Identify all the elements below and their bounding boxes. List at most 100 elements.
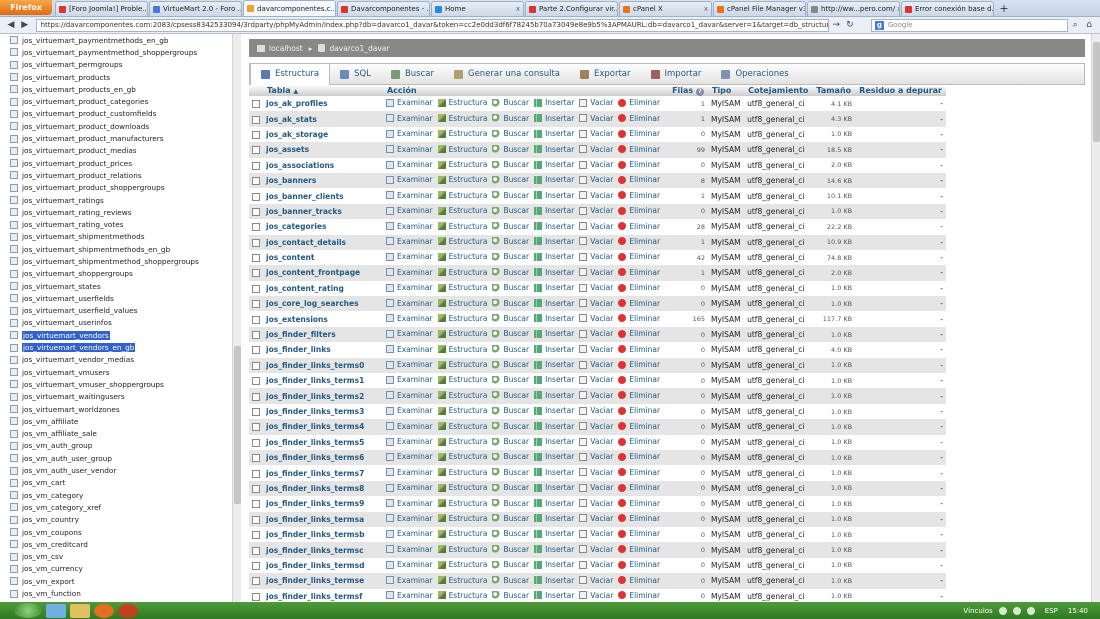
drop-action[interactable]: Eliminar [618, 345, 660, 354]
browse-action[interactable]: Examinar [385, 375, 433, 384]
table-name-link[interactable]: jos_content_rating [266, 284, 344, 293]
header-filas[interactable]: Filas ? [668, 85, 708, 96]
browser-tab[interactable]: Home x [431, 1, 524, 16]
close-icon[interactable]: x [514, 5, 520, 13]
table-icon[interactable] [10, 171, 18, 180]
sidebar-item-label[interactable]: jos_vm_creditcard [22, 540, 88, 549]
empty-action[interactable]: Vaciar [579, 175, 613, 184]
search-action[interactable]: Buscar [492, 452, 529, 461]
table-name-link[interactable]: jos_assets [266, 145, 309, 154]
insert-action[interactable]: Insertar [534, 468, 574, 477]
browse-action[interactable]: Examinar [385, 529, 433, 538]
table-icon[interactable] [10, 306, 18, 315]
table-name-link[interactable]: jos_finder_links_terms6 [266, 453, 364, 462]
row-checkbox[interactable] [252, 115, 260, 124]
structure-action[interactable]: Estructura [437, 545, 487, 554]
table-name-link[interactable]: jos_categories [266, 222, 326, 231]
sidebar-item-label[interactable]: jos_virtuemart_product_manufacturers [22, 134, 164, 143]
row-checkbox[interactable] [252, 469, 260, 478]
insert-action[interactable]: Insertar [534, 129, 574, 138]
structure-action[interactable]: Estructura [437, 483, 487, 492]
browse-action[interactable]: Examinar [385, 314, 433, 323]
table-name-link[interactable]: jos_finder_links_terms7 [266, 469, 364, 478]
browse-action[interactable]: Examinar [385, 452, 433, 461]
insert-action[interactable]: Insertar [534, 406, 574, 415]
drop-action[interactable]: Eliminar [618, 129, 660, 138]
drop-action[interactable]: Eliminar [618, 314, 660, 323]
header-cotejamiento[interactable]: Cotejamiento [744, 85, 813, 96]
sidebar-item-label[interactable]: jos_virtuemart_products_en_gb [22, 85, 136, 94]
sidebar-table-item[interactable]: jos_vm_creditcard [0, 538, 232, 550]
browse-action[interactable]: Examinar [385, 483, 433, 492]
home-icon[interactable]: ⌂ [1082, 19, 1096, 31]
browser-tab[interactable]: cPanel File Manager v3x [713, 1, 806, 16]
empty-action[interactable]: Vaciar [579, 437, 613, 446]
sidebar-table-item[interactable]: jos_virtuemart_rating_reviews [0, 206, 232, 218]
browse-action[interactable]: Examinar [385, 145, 433, 154]
table-icon[interactable] [10, 552, 18, 561]
table-icon[interactable] [10, 294, 18, 303]
search-action[interactable]: Buscar [492, 406, 529, 415]
sidebar-item-label[interactable]: jos_vm_auth_group [22, 441, 92, 450]
row-checkbox[interactable] [252, 331, 260, 340]
browse-action[interactable]: Examinar [385, 191, 433, 200]
search-action[interactable]: Buscar [492, 514, 529, 523]
sidebar-item-label[interactable]: jos_vm_affiliate_sale [22, 429, 97, 438]
tab-operaciones[interactable]: Operaciones [711, 64, 798, 85]
drop-action[interactable]: Eliminar [618, 160, 660, 169]
empty-action[interactable]: Vaciar [579, 576, 613, 585]
browse-action[interactable]: Examinar [385, 468, 433, 477]
header-tipo[interactable]: Tipo [707, 85, 745, 96]
sidebar-item-label[interactable]: jos_virtuemart_rating_votes [22, 220, 124, 229]
table-icon[interactable] [10, 73, 18, 82]
sidebar-item-label[interactable]: jos_vm_coupons [22, 528, 82, 537]
sidebar-item-label[interactable]: jos_virtuemart_vendors_en_gb [22, 343, 136, 353]
search-action[interactable]: Buscar [492, 545, 529, 554]
table-name-link[interactable]: jos_finder_filters [266, 330, 336, 339]
breadcrumb-database[interactable]: davarco1_davar [329, 44, 389, 53]
table-icon[interactable] [10, 220, 18, 229]
search-action[interactable]: Buscar [492, 175, 529, 184]
drop-action[interactable]: Eliminar [618, 329, 660, 338]
insert-action[interactable]: Insertar [534, 560, 574, 569]
row-checkbox[interactable] [252, 408, 260, 416]
table-name-link[interactable]: jos_finder_links_termsd [266, 561, 364, 570]
sidebar-table-item[interactable]: jos_virtuemart_product_downloads [0, 120, 232, 132]
structure-action[interactable]: Estructura [437, 329, 487, 338]
sidebar-table-item[interactable]: jos_virtuemart_userinfos [0, 317, 232, 329]
insert-action[interactable]: Insertar [534, 360, 574, 369]
structure-action[interactable]: Estructura [437, 576, 487, 585]
empty-action[interactable]: Vaciar [579, 329, 613, 338]
insert-action[interactable]: Insertar [534, 283, 574, 292]
empty-action[interactable]: Vaciar [579, 160, 613, 169]
sidebar-scrollbar-thumb[interactable] [234, 346, 241, 504]
sidebar-table-item[interactable]: jos_virtuemart_product_customfields [0, 108, 232, 120]
browse-action[interactable]: Examinar [385, 499, 433, 508]
sidebar-table-item[interactable]: jos_virtuemart_rating_votes [0, 218, 232, 230]
sidebar-table-item[interactable]: jos_virtuemart_vendor_medias [0, 354, 232, 366]
drop-action[interactable]: Eliminar [618, 514, 660, 523]
empty-action[interactable]: Vaciar [579, 452, 613, 461]
search-action[interactable]: Buscar [492, 360, 529, 369]
sidebar-table-item[interactable]: jos_virtuemart_vendors [0, 329, 232, 341]
sidebar-scrollbar[interactable] [232, 34, 241, 602]
sidebar-item-label[interactable]: jos_vm_country [22, 515, 79, 524]
table-name-link[interactable]: jos_extensions [266, 315, 328, 324]
insert-action[interactable]: Insertar [534, 391, 574, 400]
breadcrumb-server[interactable]: localhost [269, 44, 303, 53]
empty-action[interactable]: Vaciar [579, 314, 613, 323]
row-checkbox[interactable] [252, 361, 260, 370]
drop-action[interactable]: Eliminar [618, 499, 660, 508]
structure-action[interactable]: Estructura [437, 299, 487, 308]
table-name-link[interactable]: jos_finder_links_terms2 [266, 392, 364, 401]
structure-action[interactable]: Estructura [437, 560, 487, 569]
row-checkbox[interactable] [252, 146, 260, 155]
structure-action[interactable]: Estructura [437, 360, 487, 369]
insert-action[interactable]: Insertar [534, 422, 574, 431]
search-action[interactable]: Buscar [492, 314, 529, 323]
tab-exportar[interactable]: Exportar [570, 64, 641, 85]
sidebar-item-label[interactable]: jos_virtuemart_shipmentmethods_en_gb [22, 245, 170, 254]
search-action[interactable]: Buscar [492, 299, 529, 308]
sidebar-item-label[interactable]: jos_virtuemart_vmusers [22, 368, 110, 377]
table-name-link[interactable]: jos_ak_stats [266, 115, 317, 124]
